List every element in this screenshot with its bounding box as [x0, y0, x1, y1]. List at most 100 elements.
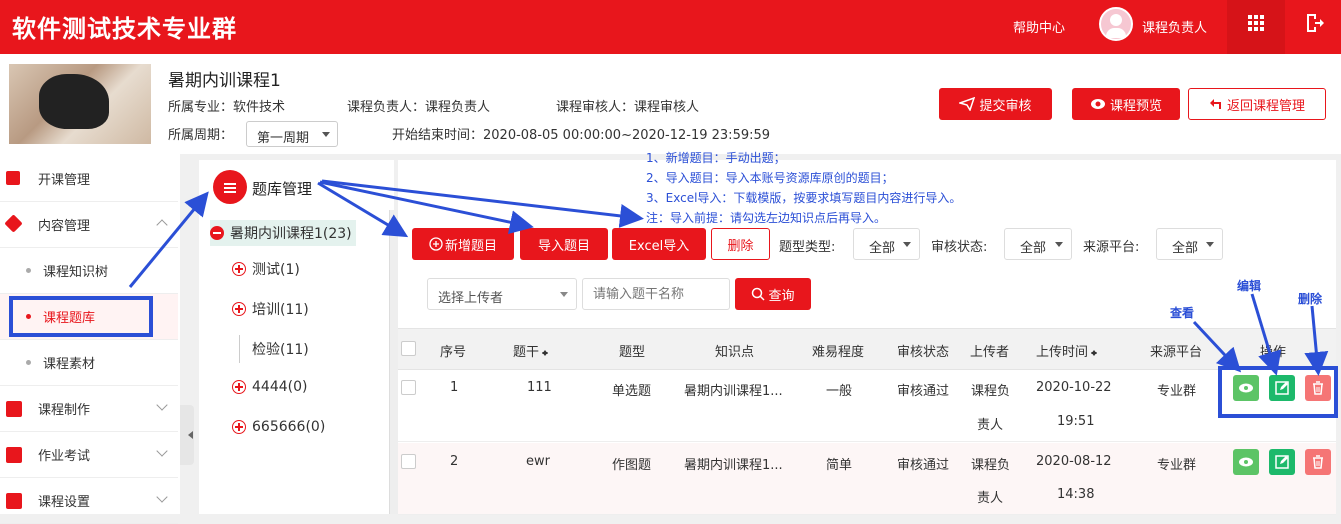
col-header: 题型 — [619, 345, 646, 360]
cell-review: 审核通过 — [897, 458, 950, 473]
cell-point: 暑期内训课程1... — [684, 458, 783, 473]
submit-review-label: 提交审核 — [979, 98, 1032, 114]
uploader-select[interactable]: 选择上传者 — [427, 278, 577, 310]
col-header-stem[interactable]: 题干 — [513, 341, 549, 360]
cell-uploader-cont: 责人 — [977, 491, 1004, 506]
sidebar-item-label: 内容管理 — [38, 219, 91, 234]
chevron-down-icon — [156, 491, 168, 503]
sidebar-item-open-course[interactable]: 开课管理 — [0, 156, 178, 202]
cell-review: 审核通过 — [897, 384, 950, 399]
plus-circle-icon — [429, 237, 443, 251]
edit-board-icon — [6, 401, 22, 417]
col-header: 操作 — [1260, 345, 1287, 360]
query-button[interactable]: 查询 — [735, 278, 811, 310]
avatar[interactable] — [1099, 7, 1133, 41]
period-label: 所属周期： — [168, 128, 234, 143]
course-major: 所属专业：软件技术 — [168, 100, 286, 115]
review-filter-select[interactable]: 全部 — [1004, 228, 1072, 260]
delete-button[interactable]: 删除 — [711, 228, 770, 260]
tree-node[interactable]: 培训(11) — [232, 299, 309, 319]
delete-label: 删除 — [727, 238, 754, 254]
send-icon — [959, 97, 976, 111]
annotation-highlight-box — [1218, 366, 1338, 418]
cell-source: 专业群 — [1157, 458, 1197, 473]
note-line: 注：导入前提：请勾选左边知识点后再导入。 — [646, 211, 887, 225]
row-checkbox[interactable] — [401, 380, 416, 395]
course-reviewer: 课程审核人：课程审核人 — [556, 100, 700, 115]
cell-uploader-cont: 责人 — [977, 418, 1004, 433]
edit-button[interactable] — [1269, 449, 1295, 475]
expand-icon — [232, 420, 246, 434]
col-header: 难易程度 — [812, 345, 865, 360]
col-header-time[interactable]: 上传时间 — [1036, 341, 1098, 360]
sidebar-item-label: 作业考试 — [38, 449, 91, 464]
tree-node-label: 665666(0) — [252, 419, 326, 435]
col-header: 审核状态 — [897, 345, 950, 360]
bullet-icon — [26, 268, 31, 273]
cell-time: 19:51 — [1057, 414, 1095, 429]
back-to-course-label: 返回课程管理 — [1226, 98, 1305, 114]
sidebar-item-knowledge-tree[interactable]: 课程知识树 — [0, 248, 178, 294]
app-title: 软件测试技术专业群 — [12, 15, 237, 43]
expand-icon — [232, 302, 246, 316]
sidebar-item-material[interactable]: 课程素材 — [0, 340, 178, 386]
submit-review-button[interactable]: 提交审核 — [939, 88, 1052, 120]
tree-node[interactable]: 665666(0) — [232, 419, 325, 435]
note-line: 1、新增题目：手动出题； — [646, 151, 786, 165]
chart-icon — [6, 493, 22, 509]
apps-button[interactable] — [1227, 0, 1285, 54]
sidebar-item-settings[interactable]: 课程设置 — [0, 478, 178, 524]
back-icon — [1209, 99, 1221, 109]
course-preview-button[interactable]: 课程预览 — [1072, 88, 1180, 120]
tree-node[interactable]: 测试(1) — [232, 259, 300, 279]
chevron-down-icon — [156, 399, 168, 411]
top-bar: 软件测试技术专业群 帮助中心 课程负责人 — [0, 0, 1341, 54]
note-line: 3、Excel导入：下载模版，按要求填写题目内容进行导入。 — [646, 191, 962, 205]
bank-title: 题库管理 — [252, 180, 313, 198]
cell-type: 单选题 — [612, 384, 652, 399]
source-filter-select[interactable]: 全部 — [1156, 228, 1223, 260]
period-select[interactable]: 第一周期 — [246, 121, 338, 147]
sidebar-item-production[interactable]: 课程制作 — [0, 386, 178, 432]
help-center-link[interactable]: 帮助中心 — [1013, 17, 1065, 36]
query-label: 查询 — [768, 288, 795, 304]
question-search-input[interactable] — [582, 278, 730, 310]
tree-node[interactable]: 检验(11) — [252, 339, 309, 359]
sidebar-item-homework-exam[interactable]: 作业考试 — [0, 432, 178, 478]
sort-icon — [1091, 347, 1098, 359]
eye-icon — [1090, 99, 1105, 109]
checklist-icon — [6, 447, 22, 463]
select-all-checkbox[interactable] — [401, 341, 416, 356]
view-button[interactable] — [1233, 449, 1259, 475]
sidebar-collapse-handle[interactable] — [180, 405, 194, 465]
sidebar-item-content[interactable]: 内容管理 — [0, 202, 178, 248]
course-owner: 课程负责人：课程负责人 — [347, 100, 491, 115]
cell-point: 暑期内训课程1... — [684, 384, 783, 399]
delete-row-button[interactable] — [1305, 449, 1331, 475]
tree-node-root[interactable]: 暑期内训课程1(23) — [210, 220, 356, 246]
import-question-button[interactable]: 导入题目 — [520, 228, 608, 260]
annotation-highlight-box — [9, 296, 153, 337]
trash-icon — [1313, 455, 1323, 469]
excel-import-button[interactable]: Excel导入 — [612, 228, 706, 260]
tree-scrollbar[interactable] — [389, 210, 398, 514]
type-filter-label: 题型类型: — [779, 240, 836, 255]
row-checkbox[interactable] — [401, 454, 416, 469]
review-filter-label: 审核状态: — [931, 240, 988, 255]
type-filter-select[interactable]: 全部 — [853, 228, 920, 260]
course-preview-label: 课程预览 — [1109, 98, 1162, 114]
tree-node[interactable]: 4444(0) — [232, 379, 307, 395]
bullet-icon — [26, 360, 31, 365]
sidebar-item-label: 课程素材 — [43, 357, 96, 372]
back-to-course-button[interactable]: 返回课程管理 — [1188, 88, 1326, 120]
chevron-down-icon — [156, 445, 168, 457]
sort-icon — [542, 347, 549, 359]
cell-no: 2 — [450, 454, 459, 469]
sidebar-item-label: 开课管理 — [38, 173, 91, 188]
user-name[interactable]: 课程负责人 — [1142, 17, 1207, 36]
cube-icon — [4, 214, 23, 233]
tree-node-label: 培训(11) — [252, 302, 309, 318]
add-question-button[interactable]: 新增题目 — [412, 228, 514, 260]
logout-button[interactable] — [1286, 0, 1341, 54]
col-header: 知识点 — [715, 345, 755, 360]
